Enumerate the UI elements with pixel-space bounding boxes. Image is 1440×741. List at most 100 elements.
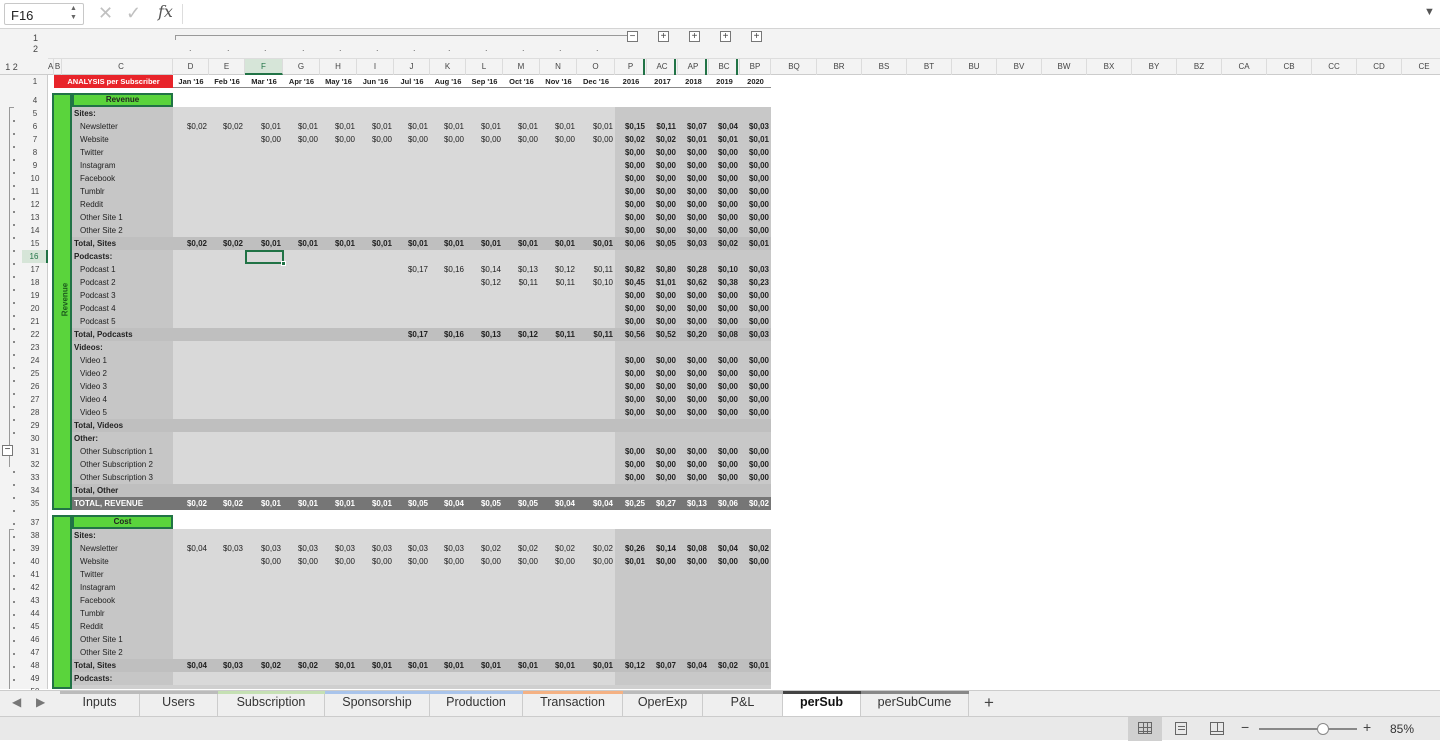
value-cell[interactable]: $0,03 <box>740 263 771 276</box>
column-header-cb[interactable]: CB <box>1267 59 1312 75</box>
value-cell[interactable]: $0,02 <box>173 237 209 250</box>
value-cell[interactable]: $0,01 <box>245 120 283 133</box>
row-header[interactable]: 49 <box>22 672 48 685</box>
value-cell[interactable]: $0,02 <box>173 497 209 510</box>
value-cell[interactable]: $0,00 <box>283 555 320 568</box>
row-header[interactable]: 8 <box>22 146 48 159</box>
value-cell[interactable]: $0,00 <box>615 380 647 393</box>
value-cell[interactable]: $0,00 <box>740 302 771 315</box>
value-cell[interactable]: $0,01 <box>283 497 320 510</box>
value-cell[interactable]: $0,13 <box>466 328 503 341</box>
value-cell[interactable]: $0,12 <box>466 276 503 289</box>
value-cell[interactable]: $0,01 <box>283 237 320 250</box>
value-cell[interactable]: $0,15 <box>615 120 647 133</box>
value-cell[interactable]: $0,17 <box>394 328 430 341</box>
value-cell[interactable]: $0,62 <box>678 276 709 289</box>
value-cell[interactable]: $0,00 <box>740 159 771 172</box>
value-cell[interactable]: $0,11 <box>647 120 678 133</box>
value-cell[interactable]: $0,01 <box>357 120 394 133</box>
zoom-level[interactable]: 85% <box>1390 722 1414 736</box>
value-cell[interactable]: $0,00 <box>740 224 771 237</box>
value-cell[interactable]: $0,02 <box>209 497 245 510</box>
value-cell[interactable]: $0,05 <box>466 497 503 510</box>
value-cell[interactable]: $0,00 <box>709 393 740 406</box>
value-cell[interactable]: $0,04 <box>577 497 615 510</box>
value-cell[interactable]: $0,03 <box>320 542 357 555</box>
row-header[interactable]: 29 <box>22 419 48 432</box>
value-cell[interactable]: $0,01 <box>245 237 283 250</box>
value-cell[interactable]: $0,01 <box>615 555 647 568</box>
value-cell[interactable]: $0,45 <box>615 276 647 289</box>
value-cell[interactable]: $0,00 <box>709 367 740 380</box>
column-header-h[interactable]: H <box>320 59 357 75</box>
value-cell[interactable]: $0,00 <box>709 159 740 172</box>
value-cell[interactable]: $0,01 <box>283 120 320 133</box>
column-header-d[interactable]: D <box>173 59 209 75</box>
value-cell[interactable]: $0,04 <box>540 497 577 510</box>
value-cell[interactable]: $0,00 <box>283 133 320 146</box>
value-cell[interactable]: $0,00 <box>740 146 771 159</box>
row-header[interactable]: 22 <box>22 328 48 341</box>
normal-view-icon[interactable] <box>1138 722 1152 734</box>
value-cell[interactable]: $0,00 <box>615 445 647 458</box>
column-header-bp[interactable]: BP <box>740 59 771 75</box>
row-group-collapse-icon[interactable]: − <box>2 445 13 456</box>
value-cell[interactable]: $0,00 <box>678 302 709 315</box>
value-cell[interactable]: $0,00 <box>678 458 709 471</box>
value-cell[interactable]: $0,01 <box>320 237 357 250</box>
value-cell[interactable]: $0,00 <box>709 302 740 315</box>
value-cell[interactable]: $0,03 <box>394 542 430 555</box>
value-cell[interactable]: $0,00 <box>678 289 709 302</box>
row-header[interactable]: 48 <box>22 659 48 672</box>
value-cell[interactable]: $0,02 <box>209 237 245 250</box>
column-header-bq[interactable]: BQ <box>772 59 817 75</box>
value-cell[interactable]: $0,12 <box>503 328 540 341</box>
value-cell[interactable]: $0,00 <box>647 211 678 224</box>
value-cell[interactable]: $0,00 <box>740 406 771 419</box>
column-header-l[interactable]: L <box>466 59 503 75</box>
row-header[interactable]: 34 <box>22 484 48 497</box>
value-cell[interactable]: $0,00 <box>615 198 647 211</box>
outline-collapse-icon[interactable]: − <box>627 31 638 42</box>
value-cell[interactable]: $0,03 <box>209 542 245 555</box>
row-header[interactable]: 38 <box>22 529 48 542</box>
column-header-i[interactable]: I <box>357 59 394 75</box>
column-header-bv[interactable]: BV <box>997 59 1042 75</box>
column-header-bx[interactable]: BX <box>1087 59 1132 75</box>
value-cell[interactable]: $0,02 <box>283 659 320 672</box>
value-cell[interactable]: $0,00 <box>709 198 740 211</box>
value-cell[interactable]: $0,13 <box>678 497 709 510</box>
insert-function-icon[interactable]: fx <box>158 2 173 21</box>
column-header-br[interactable]: BR <box>817 59 862 75</box>
row-header[interactable]: 43 <box>22 594 48 607</box>
value-cell[interactable]: $0,00 <box>647 172 678 185</box>
sheet-tab-operexp[interactable]: OperExp <box>623 691 703 716</box>
value-cell[interactable]: $0,01 <box>430 120 466 133</box>
value-cell[interactable]: $0,25 <box>615 497 647 510</box>
value-cell[interactable]: $0,00 <box>615 211 647 224</box>
value-cell[interactable]: $0,10 <box>709 263 740 276</box>
column-header-m[interactable]: M <box>503 59 540 75</box>
value-cell[interactable]: $0,02 <box>647 133 678 146</box>
value-cell[interactable]: $0,02 <box>503 542 540 555</box>
row-header[interactable]: 31 <box>22 445 48 458</box>
value-cell[interactable]: $0,00 <box>245 133 283 146</box>
column-header-cd[interactable]: CD <box>1357 59 1402 75</box>
value-cell[interactable]: $0,10 <box>577 276 615 289</box>
value-cell[interactable]: $0,00 <box>615 471 647 484</box>
column-header-ce[interactable]: CE <box>1402 59 1440 75</box>
value-cell[interactable]: $0,00 <box>394 555 430 568</box>
value-cell[interactable]: $0,14 <box>466 263 503 276</box>
outline-expand-icon[interactable]: + <box>658 31 669 42</box>
value-cell[interactable]: $0,00 <box>615 289 647 302</box>
value-cell[interactable]: $0,11 <box>577 263 615 276</box>
value-cell[interactable]: $0,00 <box>503 555 540 568</box>
value-cell[interactable]: $0,07 <box>678 120 709 133</box>
value-cell[interactable]: $0,05 <box>394 497 430 510</box>
value-cell[interactable]: $0,01 <box>320 120 357 133</box>
value-cell[interactable]: $0,04 <box>709 120 740 133</box>
value-cell[interactable]: $0,01 <box>740 237 771 250</box>
column-header-bu[interactable]: BU <box>952 59 997 75</box>
value-cell[interactable]: $0,01 <box>245 497 283 510</box>
value-cell[interactable]: $0,00 <box>577 555 615 568</box>
